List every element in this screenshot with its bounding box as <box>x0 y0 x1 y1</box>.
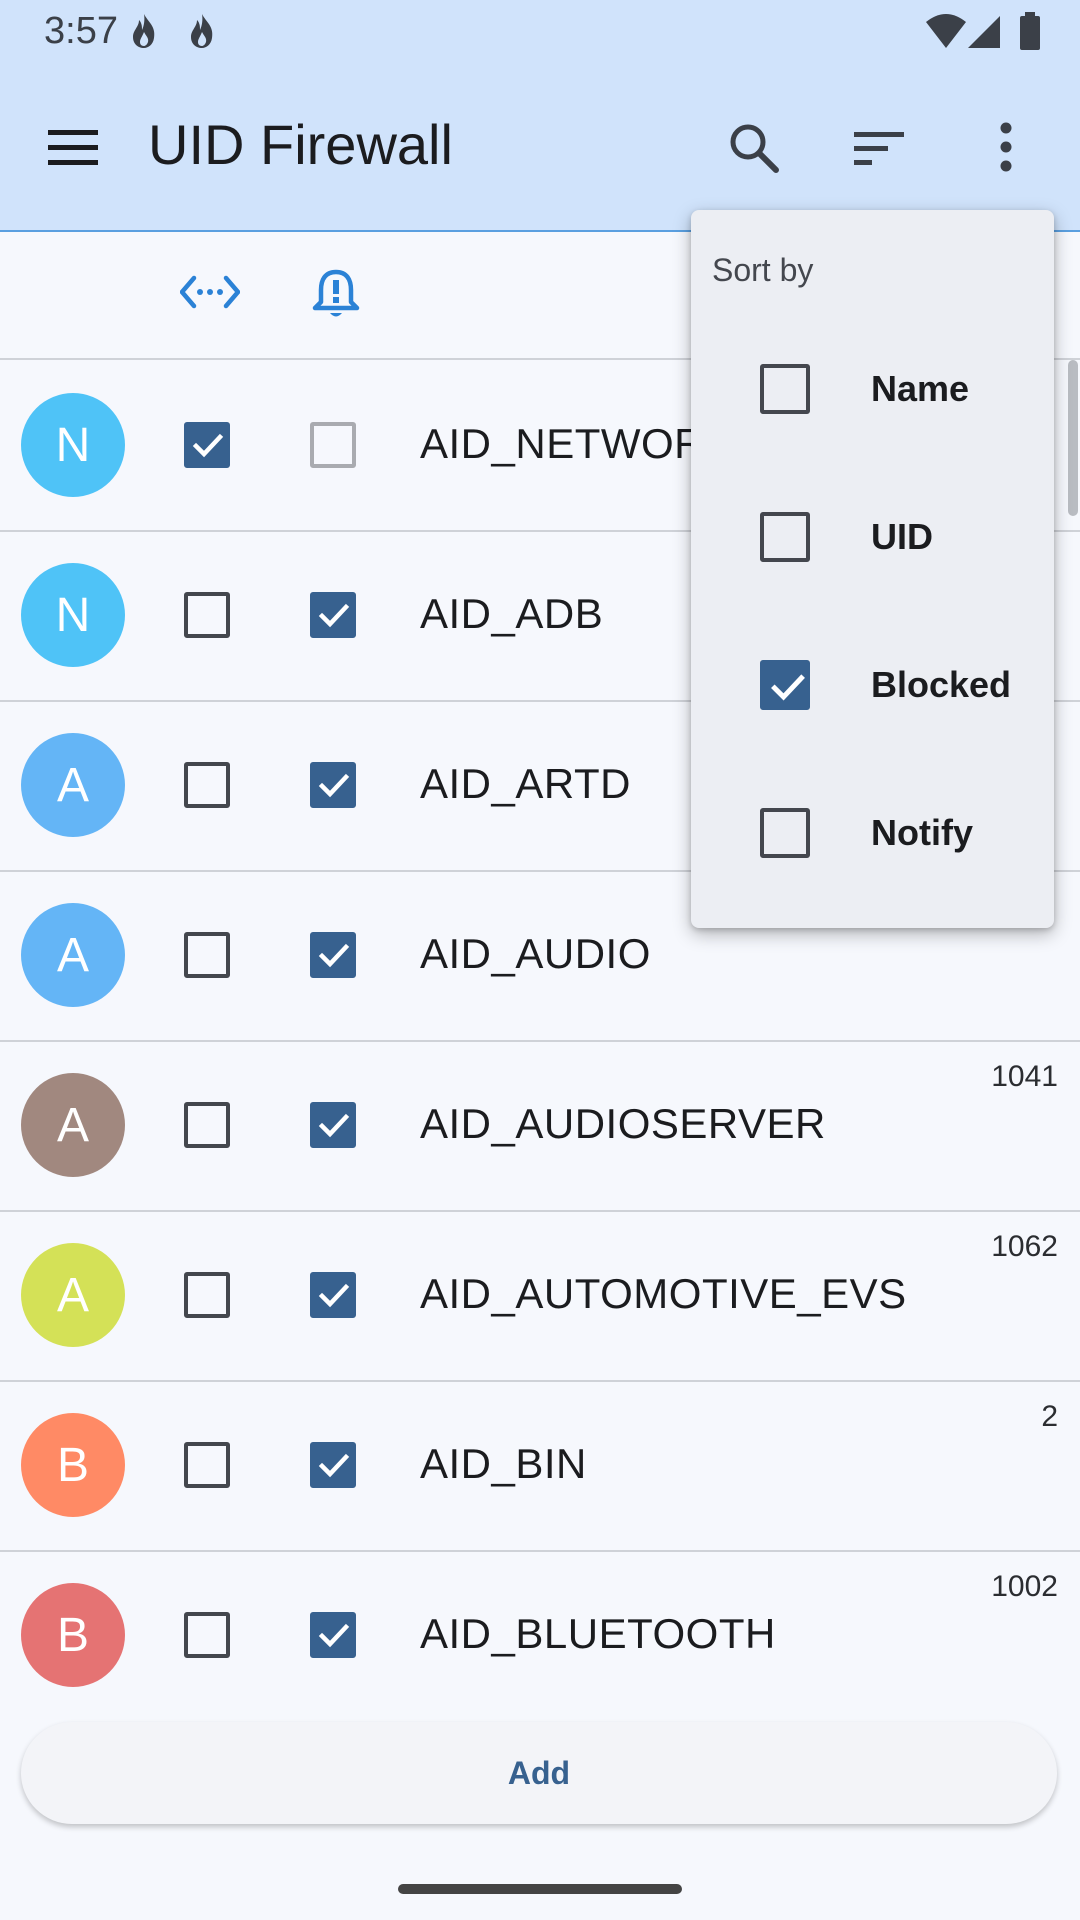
network-checkbox[interactable] <box>184 1442 230 1488</box>
notify-checkbox[interactable] <box>310 1612 356 1658</box>
network-checkbox[interactable] <box>184 932 230 978</box>
sort-option-label: UID <box>871 516 933 557</box>
notify-checkbox[interactable] <box>310 1272 356 1318</box>
notify-checkbox[interactable] <box>310 1102 356 1148</box>
table-row[interactable]: B AID_BIN 2 <box>0 1380 1080 1552</box>
sort-menu: Sort by Name UID Blocked Notify <box>691 210 1054 928</box>
network-checkbox[interactable] <box>184 1612 230 1658</box>
search-icon[interactable] <box>724 118 784 178</box>
sort-option-name[interactable]: Name <box>691 314 1054 462</box>
add-button[interactable]: Add <box>21 1722 1057 1824</box>
flame-icon <box>133 14 155 48</box>
row-name: AID_BLUETOOTH <box>420 1610 776 1657</box>
table-row[interactable]: A AID_AUTOMOTIVE_EVS 1062 <box>0 1210 1080 1382</box>
hamburger-icon[interactable] <box>48 128 100 168</box>
sort-option-checkbox[interactable] <box>760 660 810 710</box>
notify-checkbox[interactable] <box>310 762 356 808</box>
bell-icon[interactable] <box>311 268 361 322</box>
more-vert-icon[interactable] <box>976 118 1036 178</box>
sort-option-checkbox[interactable] <box>760 512 810 562</box>
row-name: AID_NETWORK <box>420 420 734 467</box>
sort-option-checkbox[interactable] <box>760 364 810 414</box>
notify-checkbox[interactable] <box>310 1442 356 1488</box>
row-uid: 1002 <box>991 1570 1058 1603</box>
row-name: AID_AUDIOSERVER <box>420 1100 826 1147</box>
scrollbar[interactable] <box>1068 360 1078 516</box>
wifi-icon <box>926 14 966 48</box>
network-checkbox[interactable] <box>184 592 230 638</box>
notify-checkbox[interactable] <box>310 932 356 978</box>
avatar: N <box>21 563 125 667</box>
network-checkbox[interactable] <box>184 1272 230 1318</box>
sort-menu-header: Sort by <box>712 252 814 288</box>
sort-option-checkbox[interactable] <box>760 808 810 858</box>
row-name: AID_AUDIO <box>420 930 651 977</box>
row-uid: 1041 <box>991 1060 1058 1093</box>
status-time: 3:57 <box>44 10 118 52</box>
sort-option-blocked[interactable]: Blocked <box>691 610 1054 758</box>
sort-option-label: Blocked <box>871 664 1012 705</box>
network-icon[interactable] <box>180 272 240 312</box>
app-bar: 3:57 UID Firewall <box>0 0 1080 232</box>
table-row[interactable]: B AID_BLUETOOTH 1002 <box>0 1550 1080 1690</box>
page-title: UID Firewall <box>148 113 453 176</box>
avatar: A <box>21 1073 125 1177</box>
sort-option-uid[interactable]: UID <box>691 462 1054 610</box>
row-uid: 1062 <box>991 1230 1058 1263</box>
battery-icon <box>1020 16 1040 50</box>
signal-icon <box>968 16 1000 48</box>
network-checkbox[interactable] <box>184 762 230 808</box>
row-name: AID_ADB <box>420 590 604 637</box>
flame-icon <box>191 14 213 48</box>
avatar: B <box>21 1583 125 1687</box>
sort-option-label: Notify <box>871 812 973 853</box>
notify-checkbox[interactable] <box>310 422 356 468</box>
avatar: A <box>21 1243 125 1347</box>
row-name: AID_BIN <box>420 1440 587 1487</box>
avatar: B <box>21 1413 125 1517</box>
status-icons <box>926 12 1040 50</box>
notify-checkbox[interactable] <box>310 592 356 638</box>
avatar: A <box>21 733 125 837</box>
avatar: N <box>21 393 125 497</box>
table-row[interactable]: A AID_AUDIOSERVER 1041 <box>0 1040 1080 1212</box>
home-indicator[interactable] <box>398 1884 682 1894</box>
avatar: A <box>21 903 125 1007</box>
sort-option-label: Name <box>871 368 970 409</box>
row-uid: 2 <box>1041 1400 1058 1433</box>
sort-option-notify[interactable]: Notify <box>691 758 1054 906</box>
row-name: AID_ARTD <box>420 760 631 807</box>
row-name: AID_AUTOMOTIVE_EVS <box>420 1270 907 1317</box>
network-checkbox[interactable] <box>184 422 230 468</box>
sort-icon[interactable] <box>850 118 910 178</box>
network-checkbox[interactable] <box>184 1102 230 1148</box>
